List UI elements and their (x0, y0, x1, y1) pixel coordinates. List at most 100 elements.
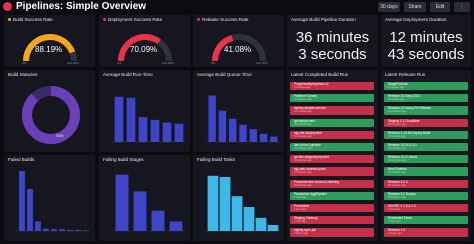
panel-title: Average Build Queue Time (197, 72, 252, 77)
list-item[interactable]: Scheduled Tasks 1 hour ago (384, 216, 468, 225)
list-item[interactable]: Release 1.0 2 hours ago (384, 228, 468, 237)
list-item[interactable]: StagePortfolio 3 minutes ago (384, 82, 468, 91)
gauge-value: 70.09% (130, 45, 158, 54)
build-statuses-panel: Build Statuses 5808 (4, 70, 95, 152)
list-item-meta: 40 minutes ago (388, 159, 406, 163)
status-dot-icon (8, 18, 11, 22)
list-item[interactable]: ADORE V 1.0 & 2.0 1 hour ago (384, 204, 468, 213)
list-item-meta: 1 hour ago (294, 195, 307, 199)
bar (43, 228, 49, 231)
list-item[interactable]: Release 22-Sept-2021 9 minutes ago (384, 94, 468, 103)
list-item-meta: 3 minutes ago (388, 86, 405, 89)
stat-value-line1: 36 minutes (295, 29, 370, 46)
bar (267, 225, 279, 231)
bar (126, 97, 136, 142)
list-item[interactable]: dev-rollout-pipeline 37 minutes ago (290, 143, 374, 152)
build-statuses-donut (22, 86, 80, 144)
gauge-min-label: 0% (211, 61, 216, 65)
build-success-rate-panel: Build Success Rate 88.19% 0% 100.00% (4, 15, 95, 67)
panel-title: Average Build Pipeline Duration (291, 17, 356, 22)
list-item[interactable]: Release 11.0 Unlock 40 minutes ago (384, 155, 468, 164)
list-item[interactable]: qa-dev-stagedeployment 44 minutes ago (290, 155, 374, 164)
gauge-min-label: 0% (22, 61, 27, 65)
time-range-button[interactable]: 30 days (378, 2, 400, 12)
bar (51, 229, 57, 231)
list-item[interactable]: Platform Canary 12 minutes ago (290, 94, 374, 103)
failing-build-stages-chart (111, 174, 185, 232)
list-item[interactable]: qa-deployment 25 minutes ago (290, 118, 374, 127)
share-button[interactable]: Share (404, 2, 426, 12)
release-success-rate-panel: Release Success Rate 41.08% 0% 100.00% (193, 15, 284, 67)
avg-build-queue-panel: Average Build Queue Time (193, 70, 284, 152)
failed-builds-chart (16, 171, 90, 232)
bar (208, 95, 216, 142)
gauge-value: 41.08% (224, 45, 252, 54)
panel-title: Failing Build Tasks (197, 157, 235, 162)
list-item[interactable]: Release 5.2 Deploy 59 minutes ago (384, 191, 468, 200)
list-item[interactable]: Release 1/-Hoaxy-Re Release 14 minutes ag… (384, 106, 468, 115)
list-item-meta: 5 minutes ago (294, 86, 311, 89)
gauge-min-label: 0% (117, 61, 122, 65)
header-bar: Pipelines: Simple Overview 30 days Share… (0, 0, 474, 14)
list-item[interactable]: Release 4.2.3 52 minutes ago (384, 179, 468, 188)
latest-release-run-panel: Latest Release Run StagePortfolio 3 minut… (381, 70, 471, 241)
failing-build-stages-panel: Failing Build Stages (99, 155, 190, 241)
list-item[interactable]: Release 1.14 Alt-Deploy Build 27 minutes … (384, 130, 468, 139)
pipelines-logo-icon (3, 2, 12, 11)
list-item-meta: 31 minutes ago (294, 134, 312, 138)
bar (174, 123, 184, 142)
edit-button[interactable]: Edit (430, 2, 450, 12)
list-item-meta: 37 minutes ago (294, 147, 312, 150)
bar (35, 221, 41, 231)
bar (218, 110, 227, 142)
bar (67, 229, 73, 231)
panel-title: Average Build Run-Time (103, 72, 153, 77)
avg-deployment-duration-panel: Average Deployment Duration 12 minutes 4… (381, 15, 471, 67)
gauge-value: 88.19% (35, 45, 63, 54)
bar (162, 122, 172, 142)
list-item[interactable]: stg-cde-deployment 31 minutes ago (290, 130, 374, 139)
bar (169, 221, 183, 231)
list-item[interactable]: Preproduction cloud-of-cleaning 58 minute… (290, 179, 374, 188)
list-item-meta: 18 minutes ago (294, 110, 312, 114)
list-item[interactable]: Staging 1.4 Cloudflare 20 minutes ago (384, 118, 468, 127)
bar (59, 229, 65, 231)
avg-build-duration-panel: Average Build Pipeline Duration 36 minut… (287, 15, 378, 67)
list-item[interactable]: Release 2020-12-01 33 minutes ago (384, 143, 468, 152)
panel-title: Deployment Success Rate (108, 17, 163, 22)
gauge-max-label: 100.00% (162, 61, 174, 65)
bar (83, 230, 89, 231)
list-item-meta: 1 hour ago (388, 220, 401, 224)
list-item-meta: 14 minutes ago (388, 110, 406, 114)
panel-title: Average Deployment Duration (385, 17, 447, 22)
list-item[interactable]: nightly-sync-job 2 hours ago (290, 228, 374, 237)
list-item-meta: 46 minutes ago (388, 171, 406, 175)
panel-title: Latest Release Run (385, 72, 426, 77)
list-item[interactable]: Production 1 hour ago (290, 204, 374, 213)
list-item-meta: 52 minutes ago (388, 183, 406, 187)
list-item-meta: 1 hour ago (294, 220, 307, 224)
list-item[interactable]: deploy-sample-service 18 minutes ago (290, 106, 374, 115)
more-menu-icon[interactable]: ⋮ (454, 2, 470, 12)
list-item-meta: 9 minutes ago (388, 98, 405, 102)
list-item[interactable]: Production AggPipeline 1 hour ago (290, 191, 374, 200)
list-item[interactable]: Progress/deployment-v2 5 minutes ago (290, 82, 374, 91)
gauge-max-label: 100.00% (256, 61, 268, 65)
bar (259, 133, 268, 142)
list-item-meta: 44 minutes ago (294, 159, 312, 163)
stat-value-line1: 12 minutes (389, 29, 463, 46)
list-item[interactable]: stg-web-accessoryone 51 minutes ago (290, 167, 374, 176)
donut-slice-primary (22, 86, 80, 144)
avg-build-runtime-panel: Average Build Run-Time (99, 70, 190, 152)
latest-build-run-panel: Latest Completed Build Run Progress/depl… (287, 70, 378, 241)
bar (151, 210, 165, 231)
list-item-meta: 51 minutes ago (294, 171, 312, 175)
list-item-meta: 58 minutes ago (294, 183, 312, 187)
bar (270, 136, 278, 142)
bar (138, 117, 148, 142)
bar (243, 207, 255, 231)
list-item[interactable]: New Pipeline 46 minutes ago (384, 167, 468, 176)
bar (231, 196, 243, 231)
list-item-meta: 2 hours ago (388, 232, 402, 236)
list-item[interactable]: Staging Cleanup 1 hour ago (290, 216, 374, 225)
